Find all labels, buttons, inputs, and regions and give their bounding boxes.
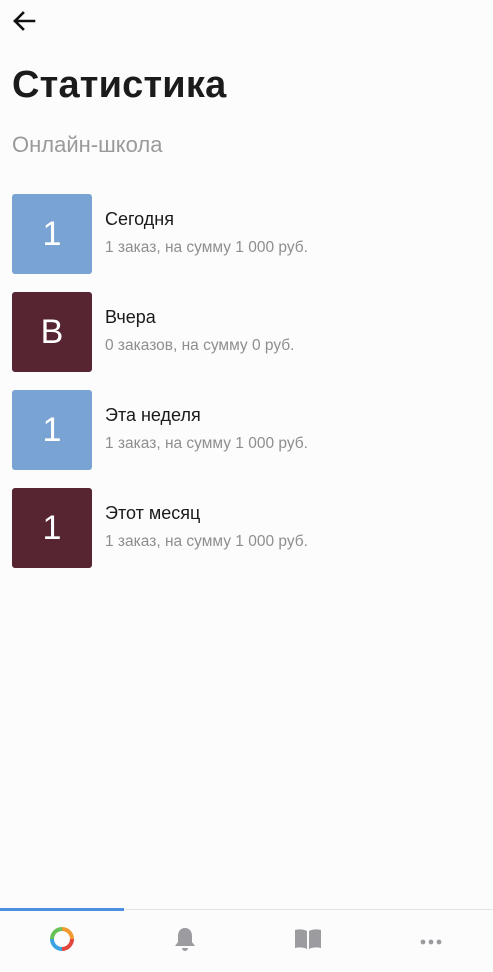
nav-notifications[interactable] [123, 910, 246, 972]
arrow-left-icon [12, 10, 36, 37]
stats-badge: 1 [12, 194, 92, 274]
stats-item-this-week[interactable]: 1 Эта неделя 1 заказ, на сумму 1 000 руб… [12, 390, 482, 470]
stats-label: Вчера [105, 307, 156, 327]
bell-icon [173, 926, 197, 957]
nav-more[interactable] [369, 910, 492, 972]
stats-summary: 0 заказов, на сумму 0 руб. [105, 337, 295, 354]
page-title: Статистика [12, 64, 227, 106]
stats-badge: В [12, 292, 92, 372]
stats-label: Сегодня [105, 209, 174, 229]
stats-summary: 1 заказ, на сумму 1 000 руб. [105, 239, 308, 256]
stats-summary: 1 заказ, на сумму 1 000 руб. [105, 533, 308, 550]
stats-text: Сегодня 1 заказ, на сумму 1 000 руб. [105, 194, 308, 257]
page-subtitle: Онлайн-школа [12, 132, 163, 157]
stats-badge: 1 [12, 390, 92, 470]
stats-text: Эта неделя 1 заказ, на сумму 1 000 руб. [105, 390, 308, 453]
nav-home[interactable] [0, 910, 123, 972]
stats-label: Эта неделя [105, 405, 201, 425]
more-icon [420, 932, 442, 950]
nav-catalog[interactable] [246, 910, 369, 972]
stats-label: Этот месяц [105, 503, 201, 523]
book-icon [293, 927, 323, 956]
stats-item-this-month[interactable]: 1 Этот месяц 1 заказ, на сумму 1 000 руб… [12, 488, 482, 568]
stats-item-yesterday[interactable]: В Вчера 0 заказов, на сумму 0 руб. [12, 292, 482, 372]
stats-badge: 1 [12, 488, 92, 568]
stats-item-today[interactable]: 1 Сегодня 1 заказ, на сумму 1 000 руб. [12, 194, 482, 274]
app-logo-icon [49, 926, 75, 957]
bottom-nav [0, 908, 493, 972]
back-button[interactable] [12, 8, 44, 38]
stats-text: Этот месяц 1 заказ, на сумму 1 000 руб. [105, 488, 308, 551]
stats-list: 1 Сегодня 1 заказ, на сумму 1 000 руб. В… [12, 194, 482, 586]
stats-summary: 1 заказ, на сумму 1 000 руб. [105, 435, 308, 452]
stats-text: Вчера 0 заказов, на сумму 0 руб. [105, 292, 294, 355]
